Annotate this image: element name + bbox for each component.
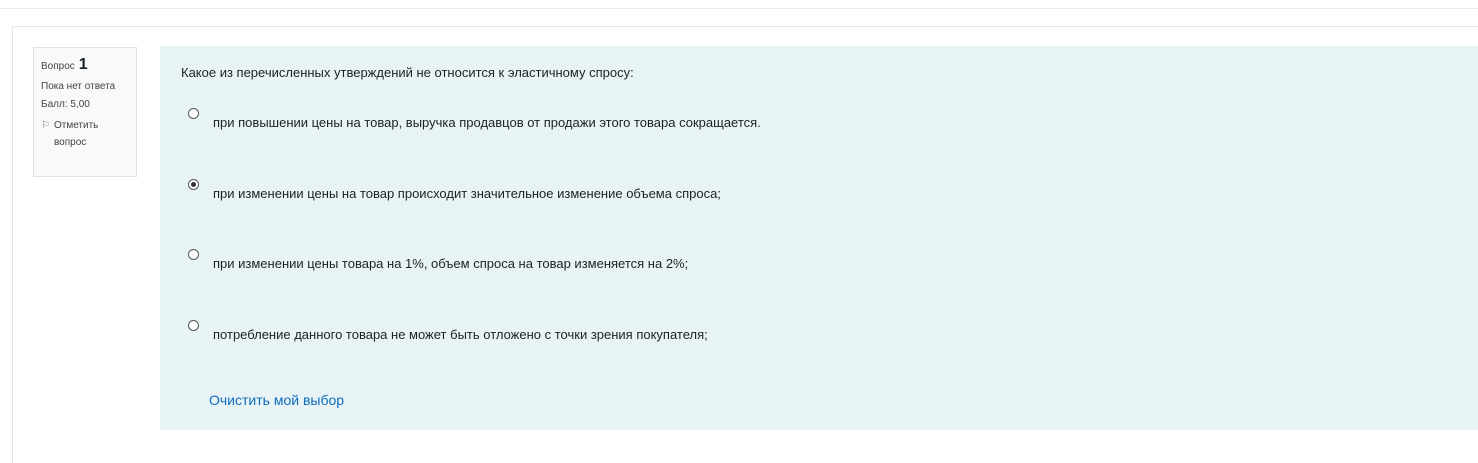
- question-label: Вопрос: [41, 61, 75, 72]
- flag-icon[interactable]: ⚐: [41, 117, 50, 151]
- answer-option-1[interactable]: при повышении цены на товар, выручка про…: [188, 108, 761, 130]
- flag-question-link[interactable]: ⚐ Отметить вопрос: [41, 117, 129, 151]
- answer-option-2[interactable]: при изменении цены на товар происходит з…: [188, 179, 721, 201]
- radio-button[interactable]: [188, 108, 199, 119]
- question-content: Какое из перечисленных утверждений не от…: [160, 46, 1478, 430]
- answer-option-4[interactable]: потребление данного товара не может быть…: [188, 320, 708, 342]
- clear-choice-link[interactable]: Очистить мой выбор: [209, 392, 344, 408]
- answer-option-label: при изменении цены на товар происходит з…: [213, 186, 721, 201]
- answer-option-3[interactable]: при изменении цены товара на 1%, объем с…: [188, 249, 688, 271]
- answer-option-label: потребление данного товара не может быть…: [213, 327, 708, 342]
- top-divider: [0, 8, 1478, 9]
- flag-question-label: Отметить вопрос: [53, 120, 99, 148]
- answer-option-label: при изменении цены товара на 1%, объем с…: [213, 256, 689, 271]
- radio-button[interactable]: [188, 249, 199, 260]
- radio-button[interactable]: [188, 320, 199, 331]
- radio-button-selected[interactable]: [188, 179, 199, 190]
- question-grade: Балл: 5,00: [41, 99, 90, 110]
- answer-option-label: при повышении цены на товар, выручка про…: [213, 115, 761, 130]
- answer-status: Пока нет ответа: [41, 81, 116, 92]
- question-number-value: 1: [78, 56, 88, 73]
- question-text: Какое из перечисленных утверждений не от…: [181, 65, 634, 80]
- question-number: Вопрос 1: [41, 56, 129, 74]
- question-info-panel: Вопрос 1 Пока нет ответа Балл: 5,00 ⚐ От…: [33, 47, 137, 177]
